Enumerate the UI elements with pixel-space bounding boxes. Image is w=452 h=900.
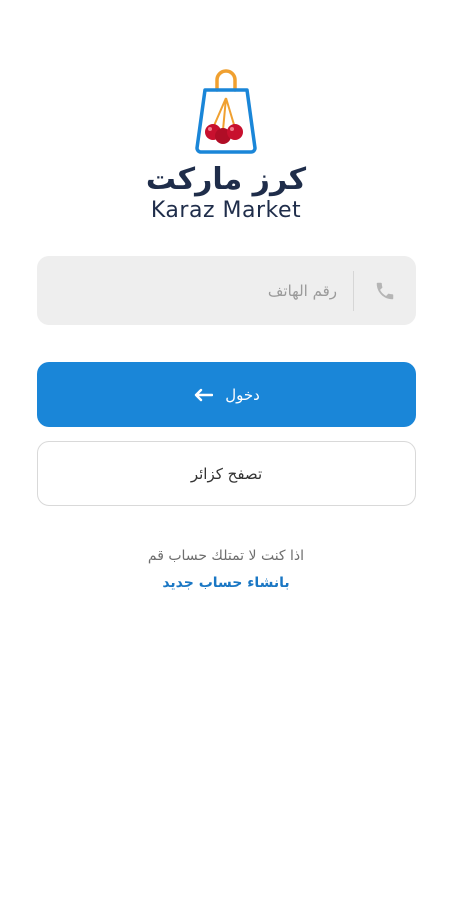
brand-name-english: Karaz Market — [150, 198, 302, 223]
login-button-label: دخول — [225, 385, 260, 404]
arrow-left-icon — [194, 388, 214, 401]
phone-field[interactable] — [37, 256, 416, 325]
brand-name-arabic: كرز ماركت — [145, 162, 307, 197]
field-divider — [353, 270, 354, 311]
browse-button-label: تصفح كزائر — [190, 464, 263, 483]
phone-input[interactable] — [37, 256, 353, 325]
shopping-bag-cherry-icon — [195, 69, 257, 154]
login-button[interactable]: دخول — [37, 362, 416, 427]
phone-icon-box — [354, 256, 416, 325]
brand-logo: كرز ماركت Karaz Market — [0, 68, 452, 224]
create-account-link[interactable]: بانشاء حساب جديد — [0, 575, 452, 591]
browse-as-guest-button[interactable]: تصفح كزائر — [37, 441, 416, 506]
phone-icon — [376, 282, 394, 299]
signup-prompt: اذا كنت لا تمتلك حساب قم — [147, 548, 305, 564]
